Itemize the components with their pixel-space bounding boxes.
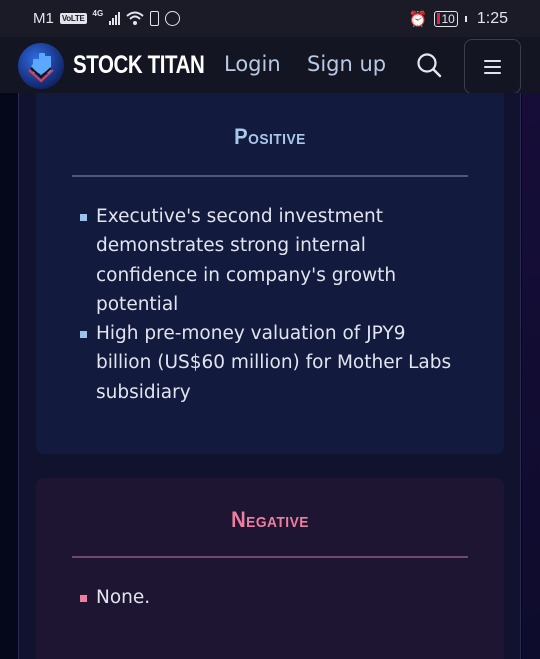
battery-saver-icon bbox=[150, 11, 160, 26]
search-icon[interactable] bbox=[416, 52, 442, 78]
volte-badge: VoLTE bbox=[59, 13, 87, 24]
negative-item-text: None. bbox=[96, 587, 151, 608]
network-type: 4G bbox=[92, 9, 104, 18]
negative-divider bbox=[72, 556, 468, 558]
bullet-square-icon bbox=[80, 595, 87, 602]
stock-titan-logo-icon[interactable] bbox=[18, 43, 64, 89]
whatsapp-icon bbox=[165, 11, 181, 26]
positive-item-text: High pre-money valuation of JPY9 billion… bbox=[96, 323, 452, 403]
menu-button[interactable] bbox=[464, 39, 521, 94]
list-item: None. bbox=[80, 583, 466, 612]
positive-title: Positive bbox=[234, 124, 306, 149]
signal-icon bbox=[109, 12, 121, 25]
alarm-icon: ⏰ bbox=[408, 10, 428, 28]
bullet-square-icon bbox=[80, 214, 87, 221]
bullet-square-icon bbox=[80, 331, 87, 339]
battery-level: 10 bbox=[441, 11, 455, 26]
positive-item-text: Executive's second investment demonstrat… bbox=[96, 206, 397, 315]
negative-list: None. bbox=[80, 583, 466, 612]
positive-divider bbox=[72, 175, 468, 177]
battery-tip bbox=[464, 15, 467, 22]
signup-link[interactable]: Sign up bbox=[307, 52, 386, 76]
wifi-icon bbox=[126, 11, 144, 25]
top-navbar: STOCK TITAN Login Sign up bbox=[0, 37, 540, 94]
list-item: High pre-money valuation of JPY9 billion… bbox=[80, 319, 466, 407]
right-gutter bbox=[522, 93, 540, 659]
clock: 1:25 bbox=[476, 9, 508, 27]
list-item: Executive's second investment demonstrat… bbox=[80, 202, 466, 319]
status-bar-left: M1 VoLTE 4G bbox=[33, 9, 181, 27]
status-bar-right: ⏰ 10 1:25 bbox=[409, 10, 508, 28]
brand-name[interactable]: STOCK TITAN bbox=[73, 51, 205, 80]
negative-card bbox=[36, 478, 504, 659]
status-bar: M1 VoLTE 4G ⏰ 10 1:25 bbox=[0, 0, 540, 37]
hamburger-menu-icon bbox=[484, 59, 501, 74]
battery-icon: 10 bbox=[433, 10, 458, 27]
carrier-label: M1 bbox=[33, 10, 54, 27]
negative-title: Negative bbox=[231, 507, 309, 532]
login-link[interactable]: Login bbox=[224, 52, 281, 76]
positive-list: Executive's second investment demonstrat… bbox=[80, 202, 466, 407]
